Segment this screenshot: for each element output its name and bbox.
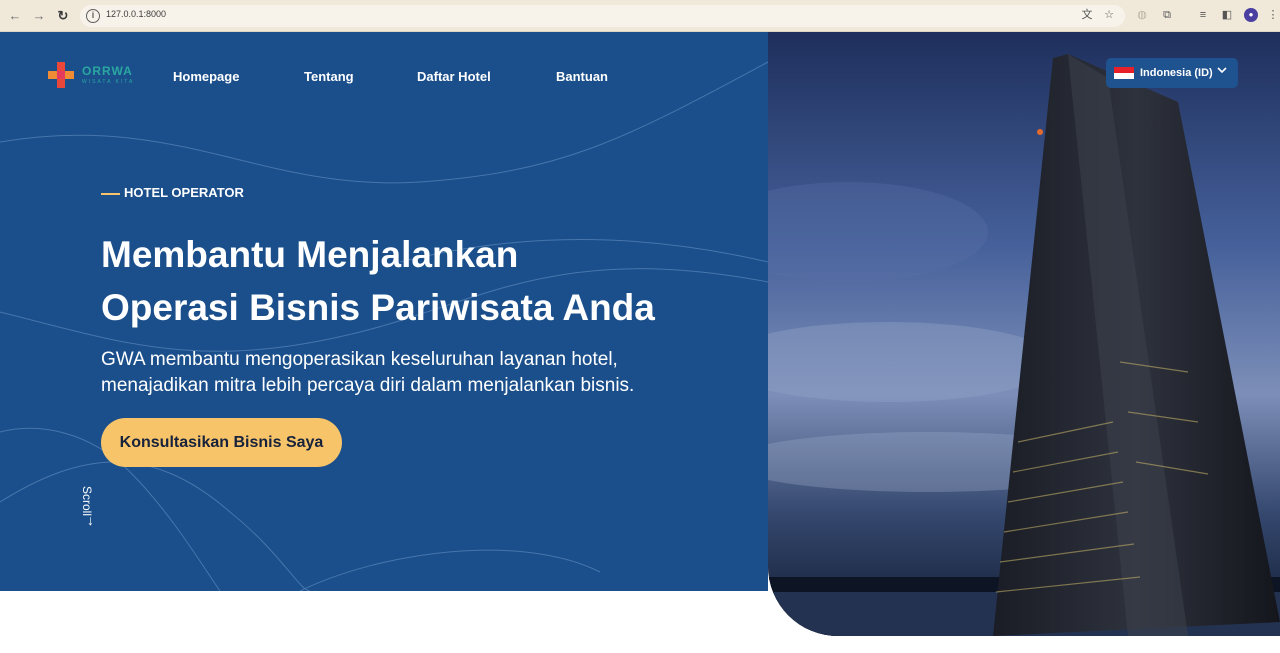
extension-icon[interactable]: ◍ [1135, 8, 1149, 22]
scroll-indicator[interactable]: Scroll ↓ [80, 474, 102, 534]
eyebrow: HOTEL OPERATOR [101, 185, 244, 200]
nav-link-tentang[interactable]: Tentang [304, 69, 354, 84]
hero-subtitle: GWA membantu mengoperasikan keseluruhan … [101, 347, 701, 399]
consult-business-button[interactable]: Konsultasikan Bisnis Saya [101, 418, 342, 467]
logo-text: ORRWA [82, 64, 133, 78]
star-icon[interactable]: ☆ [1102, 8, 1116, 22]
profile-icon[interactable]: ● [1244, 8, 1258, 22]
skyscraper-illustration [768, 32, 1280, 636]
eyebrow-accent-line [101, 192, 120, 195]
reload-icon[interactable]: ↻ [54, 7, 72, 25]
hero-subtitle-line-2: menajadikan mitra lebih percaya diri dal… [101, 375, 635, 396]
language-label: Indonesia (ID) [1140, 67, 1213, 79]
language-selector[interactable]: Indonesia (ID) [1106, 58, 1238, 88]
hero-title: Membantu Menjalankan Operasi Bisnis Pari… [101, 228, 721, 334]
back-icon[interactable]: ← [6, 7, 24, 25]
logo-subtext: WISATA KITA [82, 79, 135, 85]
hero-section: ORRWA WISATA KITA Homepage Tentang Dafta… [0, 32, 768, 591]
nav-link-daftar-hotel[interactable]: Daftar Hotel [417, 69, 491, 84]
hotel-building-photo [768, 32, 1280, 636]
translate-icon[interactable]: 文 [1080, 8, 1094, 22]
puzzle-icon[interactable]: ⧉ [1160, 8, 1174, 22]
nav-link-bantuan[interactable]: Bantuan [556, 69, 608, 84]
browser-toolbar: ← → ↻ i 127.0.0.1:8000 文 ☆ ◍ ⧉ ≡ ◧ ● ⋮ [0, 0, 1280, 32]
menu-icon[interactable]: ⋮ [1266, 8, 1280, 22]
hero-subtitle-line-1: GWA membantu mengoperasikan keseluruhan … [101, 349, 618, 370]
scroll-arrow-icon: ↓ [87, 512, 94, 528]
hero-title-line-2: Operasi Bisnis Pariwisata Anda [101, 287, 655, 328]
url-text: 127.0.0.1:8000 [106, 9, 167, 19]
media-icon[interactable]: ≡ [1196, 8, 1210, 22]
hero-title-line-1: Membantu Menjalankan [101, 234, 519, 275]
eyebrow-label: HOTEL OPERATOR [124, 185, 244, 200]
indonesia-flag-icon [1114, 67, 1134, 79]
info-icon[interactable]: i [86, 9, 100, 23]
sidebar-icon[interactable]: ◧ [1220, 8, 1234, 22]
brand-logo[interactable]: ORRWA WISATA KITA [48, 60, 148, 90]
forward-icon[interactable]: → [30, 7, 48, 25]
logo-cross-icon [48, 62, 74, 88]
chevron-down-icon [1217, 67, 1227, 74]
address-bar[interactable]: i 127.0.0.1:8000 [80, 5, 1125, 27]
nav-link-homepage[interactable]: Homepage [173, 69, 239, 84]
